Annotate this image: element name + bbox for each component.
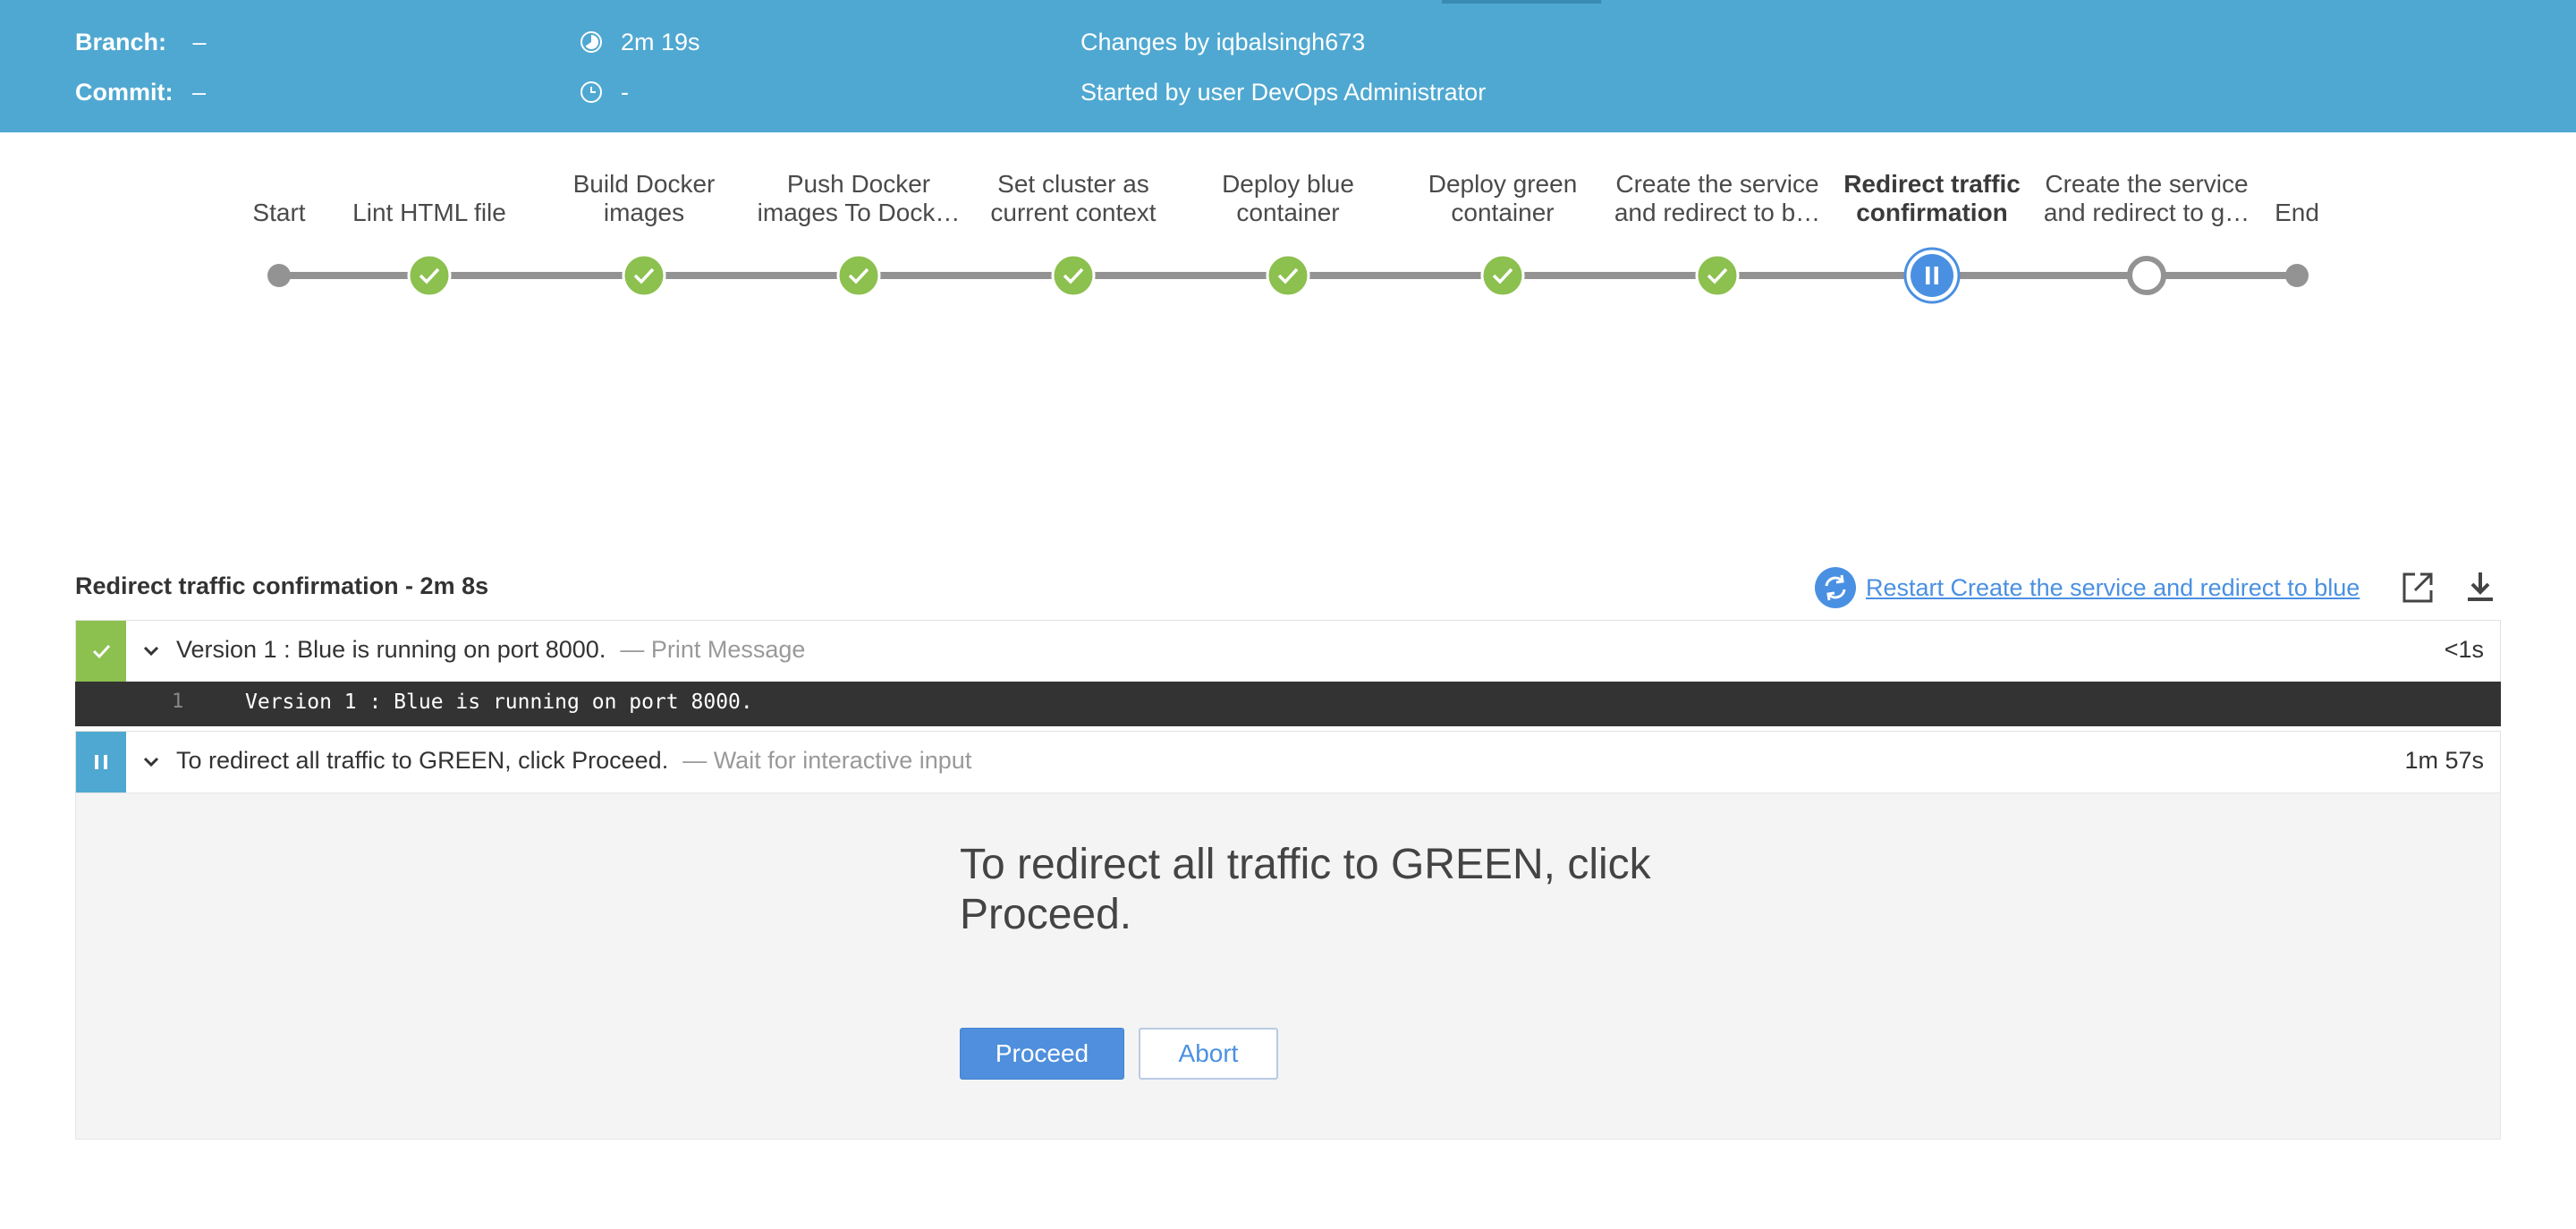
start-node-icon[interactable]: [267, 263, 292, 288]
success-check-icon[interactable]: [1051, 253, 1096, 298]
abort-button[interactable]: Abort: [1139, 1028, 1278, 1080]
success-check-icon[interactable]: [407, 253, 452, 298]
paused-status: [76, 732, 126, 792]
pipeline-stage[interactable]: Create the service and redirect to b…: [1610, 170, 1825, 298]
step-type: — Wait for interactive input: [682, 747, 972, 774]
checkmark-icon: [92, 644, 111, 659]
step-row-wait-input[interactable]: To redirect all traffic to GREEN, click …: [75, 731, 2501, 793]
restart-stage-button[interactable]: Restart Create the service and redirect …: [1814, 567, 2360, 608]
commit-row: Commit: –: [75, 77, 206, 107]
success-check-icon[interactable]: [836, 253, 881, 298]
pipeline-stage[interactable]: Deploy blue container: [1181, 170, 1395, 298]
download-icon[interactable]: [2462, 569, 2499, 606]
input-request-panel: To redirect all traffic to GREEN, click …: [75, 792, 2501, 1140]
run-duration: 2m 19s: [621, 29, 700, 55]
step-duration: 1m 57s: [2404, 747, 2484, 774]
pipeline-stage[interactable]: Redirect traffic confirmation: [1825, 170, 2039, 304]
step-panel-title: Redirect traffic confirmation - 2m 8s: [75, 572, 489, 599]
pipeline-graph: Start Lint HTML file Build Docker images Pu…: [0, 170, 2576, 304]
stage-label: Create the service and redirect to b…: [1614, 170, 1821, 226]
branch-label: Branch:: [75, 29, 167, 55]
branch-value: –: [192, 29, 207, 55]
started-by: Started by user DevOps Administrator: [1080, 79, 1487, 106]
not-built-stage-icon[interactable]: [2124, 253, 2169, 298]
success-check-icon[interactable]: [1266, 253, 1310, 298]
header-accent: [1442, 0, 1601, 4]
pipeline-stage[interactable]: Build Docker images: [537, 170, 751, 298]
commit-value: –: [192, 79, 207, 106]
restart-icon[interactable]: [1814, 566, 1857, 609]
clock-icon: [580, 81, 602, 103]
commit-label: Commit:: [75, 79, 174, 106]
step-title-text: Version 1 : Blue is running on port 8000…: [176, 636, 606, 663]
branch-row: Branch: –: [75, 27, 207, 57]
end-node-icon[interactable]: [2284, 263, 2309, 288]
pause-icon: [95, 755, 107, 769]
pipeline-stage[interactable]: Deploy green container: [1395, 170, 1610, 298]
stage-label: Deploy green container: [1428, 170, 1578, 226]
stage-label: Set cluster as current context: [990, 170, 1157, 226]
success-check-icon[interactable]: [622, 253, 666, 298]
stage-label: Build Docker images: [572, 170, 716, 226]
step-row-print-message[interactable]: Version 1 : Blue is running on port 8000…: [75, 620, 2501, 682]
chevron-down-icon[interactable]: [139, 639, 164, 664]
open-in-new-icon[interactable]: [2399, 569, 2436, 606]
success-check-icon[interactable]: [1480, 253, 1525, 298]
step-title: To redirect all traffic to GREEN, click …: [176, 747, 971, 775]
step-duration: <1s: [2444, 636, 2484, 663]
stage-label: Push Docker images To Dock…: [757, 170, 961, 226]
pipeline-stage[interactable]: Lint HTML file: [322, 170, 537, 298]
stage-label: Lint HTML file: [352, 199, 506, 226]
stage-label: Redirect traffic confirmation: [1843, 170, 2021, 226]
step-type: — Print Message: [620, 636, 806, 663]
input-message: To redirect all traffic to GREEN, click …: [960, 841, 1651, 938]
step-title: Version 1 : Blue is running on port 8000…: [176, 636, 805, 664]
chevron-down-icon[interactable]: [139, 750, 164, 775]
pie-clock-icon: [580, 31, 602, 53]
stage-label: Deploy blue container: [1222, 170, 1354, 226]
run-time-ago: -: [621, 79, 629, 106]
log-line-number: 1: [172, 691, 184, 713]
pipeline-stage[interactable]: Push Docker images To Dock…: [751, 170, 966, 298]
step-log: 1 Version 1 : Blue is running on port 80…: [75, 682, 2501, 726]
run-header: Branch: – Commit: – 2m 19s - Changes by …: [0, 0, 2576, 132]
proceed-button[interactable]: Proceed: [960, 1028, 1124, 1080]
log-line-text: Version 1 : Blue is running on port 8000…: [245, 691, 753, 714]
step-title-text: To redirect all traffic to GREEN, click …: [176, 747, 669, 774]
success-status: [76, 621, 126, 682]
restart-stage-link[interactable]: Restart Create the service and redirect …: [1866, 574, 2360, 602]
changes-by: Changes by iqbalsingh673: [1080, 29, 1366, 55]
pipeline-stage[interactable]: End: [2190, 170, 2404, 287]
pipeline-stage[interactable]: Set cluster as current context: [966, 170, 1181, 298]
stage-label: End: [2275, 199, 2319, 226]
paused-stage-icon[interactable]: [1903, 247, 1961, 304]
success-check-icon[interactable]: [1695, 253, 1740, 298]
